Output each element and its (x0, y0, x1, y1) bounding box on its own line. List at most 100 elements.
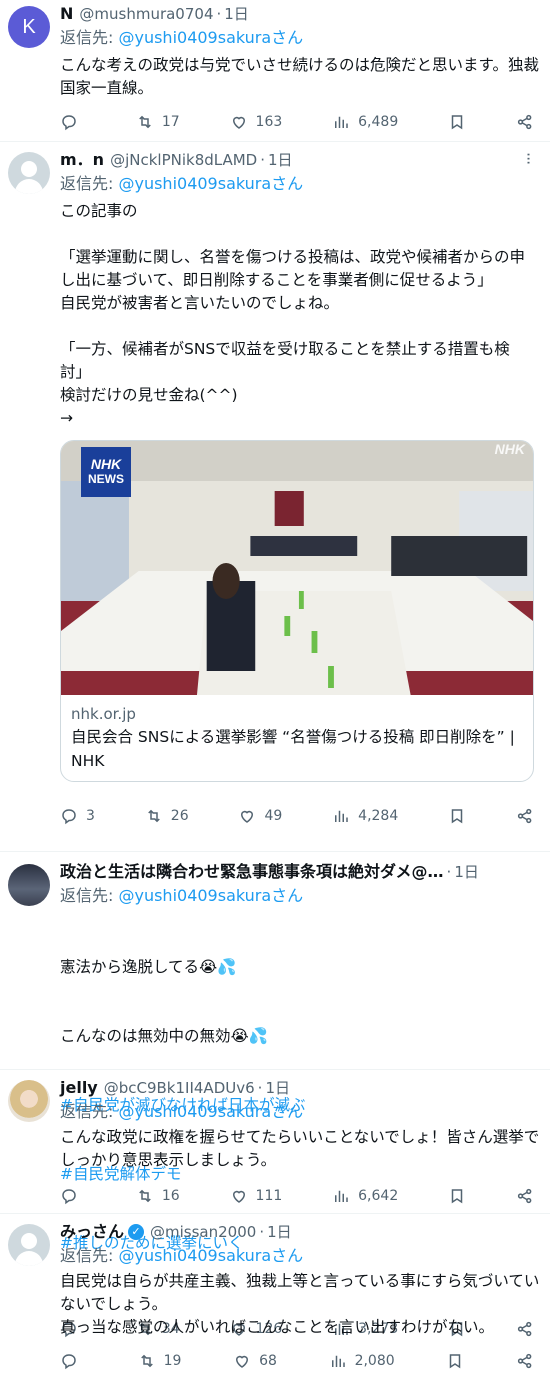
tweet[interactable]: jelly @bcC9Bk1II4ADUv6 · 1日 返信先: @yushi0… (0, 1070, 550, 1214)
reply-prefix: 返信先: (60, 1246, 119, 1265)
reply-suffix: さん (271, 886, 304, 905)
views-button[interactable]: 2,080 (329, 1352, 395, 1370)
bookmark-button[interactable] (448, 113, 466, 131)
bookmark-icon (448, 807, 466, 825)
timestamp[interactable]: 1日 (454, 860, 479, 884)
share-button[interactable] (516, 113, 534, 131)
like-count: 68 (259, 1353, 277, 1369)
link-card[interactable]: NHK NEWS NHK nhk.or.jp 自民会合 SNSによる選挙影響 “… (60, 440, 534, 782)
bookmark-icon (446, 1352, 464, 1370)
action-bar: 19 68 2,080 (60, 1341, 540, 1381)
like-count: 49 (264, 808, 283, 824)
timestamp[interactable]: 1日 (224, 2, 249, 26)
reply-context: 返信先: @yushi0409sakuraさん (60, 1244, 540, 1268)
views-icon (332, 113, 350, 131)
tweet-text: この記事の 「選挙運動に関し、名誉を傷つける投稿は、政党や候補者からの申し出に基… (60, 202, 526, 427)
views-button[interactable]: 6,489 (332, 113, 398, 131)
retweet-count: 19 (163, 1353, 182, 1369)
share-button[interactable] (516, 807, 534, 825)
share-icon (516, 1187, 534, 1205)
reply-button[interactable] (60, 113, 86, 131)
user-handle[interactable]: @jNcklPNik8dLAMD (110, 148, 257, 172)
views-icon (332, 807, 350, 825)
views-button[interactable]: 6,642 (332, 1187, 398, 1205)
retweet-button[interactable]: 26 (145, 807, 189, 825)
tweet[interactable]: ··· m．n @jNcklPNik8dLAMD · 1日 返信先: @yush… (0, 142, 550, 852)
nhk-news-logo: NHK NEWS (81, 447, 131, 497)
mention-link[interactable]: @yushi0409sakura (118, 1102, 271, 1121)
like-button[interactable]: 111 (230, 1187, 283, 1205)
like-button[interactable]: 49 (238, 807, 282, 825)
display-name[interactable]: m．n (60, 148, 104, 172)
verified-badge-icon: ✓ (128, 1224, 145, 1240)
view-count: 4,284 (358, 808, 399, 824)
bookmark-button[interactable] (448, 1187, 466, 1205)
card-image[interactable]: NHK NEWS NHK (61, 441, 533, 695)
retweet-icon (138, 1352, 156, 1370)
like-count: 111 (255, 1188, 283, 1204)
avatar[interactable] (8, 1080, 50, 1122)
tweet-header: みっさん ✓ @missan2000 · 1日 (60, 1220, 540, 1244)
reply-prefix: 返信先: (60, 28, 119, 47)
card-meta[interactable]: nhk.or.jp 自民会合 SNSによる選挙影響 “名誉傷つける投稿 即日削除… (61, 695, 533, 781)
reply-feed: K N @mushmura0704 · 1日 返信先: @yushi0409sa… (0, 0, 550, 1400)
tweet[interactable]: 政治と生活は隣合わせ緊急事態事条項は絶対ダメ@… · 1日 返信先: @yush… (0, 852, 550, 1338)
user-handle[interactable]: @missan2000 (150, 1220, 256, 1244)
reply-context: 返信先: @yushi0409sakuraさん (60, 26, 540, 50)
display-name[interactable]: みっさん (60, 1220, 124, 1244)
logo-bottom: NEWS (88, 472, 124, 486)
retweet-button[interactable]: 19 (138, 1352, 182, 1370)
meeting-room-photo (61, 441, 533, 695)
timestamp[interactable]: 1日 (268, 148, 293, 172)
user-handle[interactable]: @mushmura0704 (79, 2, 213, 26)
reply-button[interactable] (60, 1352, 86, 1370)
avatar[interactable]: K (8, 6, 50, 48)
bookmark-button[interactable] (446, 1352, 464, 1370)
separator-dot: · (257, 1079, 263, 1097)
avatar[interactable] (8, 152, 50, 194)
heart-icon (230, 1187, 248, 1205)
retweet-icon (136, 113, 154, 131)
mention-link[interactable]: @yushi0409sakura (118, 886, 271, 905)
avatar-letter: K (22, 15, 36, 38)
avatar[interactable] (8, 864, 50, 906)
reply-suffix: さん (271, 28, 304, 47)
tweet[interactable]: K N @mushmura0704 · 1日 返信先: @yushi0409sa… (0, 0, 550, 142)
share-button[interactable] (516, 1187, 534, 1205)
avatar[interactable] (8, 1224, 50, 1266)
tweet[interactable]: みっさん ✓ @missan2000 · 1日 返信先: @yushi0409s… (0, 1214, 550, 1400)
like-button[interactable]: 68 (233, 1352, 277, 1370)
timestamp[interactable]: 1日 (265, 1076, 290, 1100)
display-name[interactable]: jelly (60, 1076, 98, 1100)
display-name[interactable]: N (60, 2, 73, 26)
reply-button[interactable] (60, 1187, 86, 1205)
card-title: 自民会合 SNSによる選挙影響 “名誉傷つける投稿 即日削除を” | NHK (71, 728, 515, 770)
action-bar: 3 26 49 4,284 (60, 796, 540, 836)
heart-icon (233, 1352, 251, 1370)
mention-link[interactable]: @yushi0409sakura (118, 28, 271, 47)
text-line: 憲法から逸脱してる😭💦 (60, 958, 237, 976)
reply-count: 3 (86, 808, 95, 824)
mention-link[interactable]: @yushi0409sakura (118, 174, 271, 193)
separator-dot: · (260, 151, 265, 169)
reply-button[interactable]: 3 (60, 807, 95, 825)
like-button[interactable]: 163 (230, 113, 283, 131)
bookmark-button[interactable] (448, 807, 466, 825)
retweet-button[interactable]: 16 (136, 1187, 180, 1205)
timestamp[interactable]: 1日 (267, 1220, 292, 1244)
display-name[interactable]: 政治と生活は隣合わせ緊急事態事条項は絶対ダメ@… (60, 860, 444, 884)
reply-icon (60, 1187, 78, 1205)
tweet-header: 政治と生活は隣合わせ緊急事態事条項は絶対ダメ@… · 1日 (60, 860, 540, 884)
reply-context: 返信先: @yushi0409sakuraさん (60, 172, 540, 196)
reply-prefix: 返信先: (60, 174, 119, 193)
views-button[interactable]: 4,284 (332, 807, 398, 825)
mention-link[interactable]: @yushi0409sakura (118, 1246, 271, 1265)
reply-icon (60, 1352, 78, 1370)
share-button[interactable] (516, 1352, 534, 1370)
retweet-button[interactable]: 17 (136, 113, 180, 131)
user-handle[interactable]: @bcC9Bk1II4ADUv6 (104, 1076, 255, 1100)
more-options-icon[interactable]: ··· (519, 152, 538, 164)
card-domain: nhk.or.jp (71, 705, 136, 723)
like-count: 163 (255, 114, 283, 130)
text-line: こんなのは無効中の無効😭💦 (60, 1027, 268, 1045)
